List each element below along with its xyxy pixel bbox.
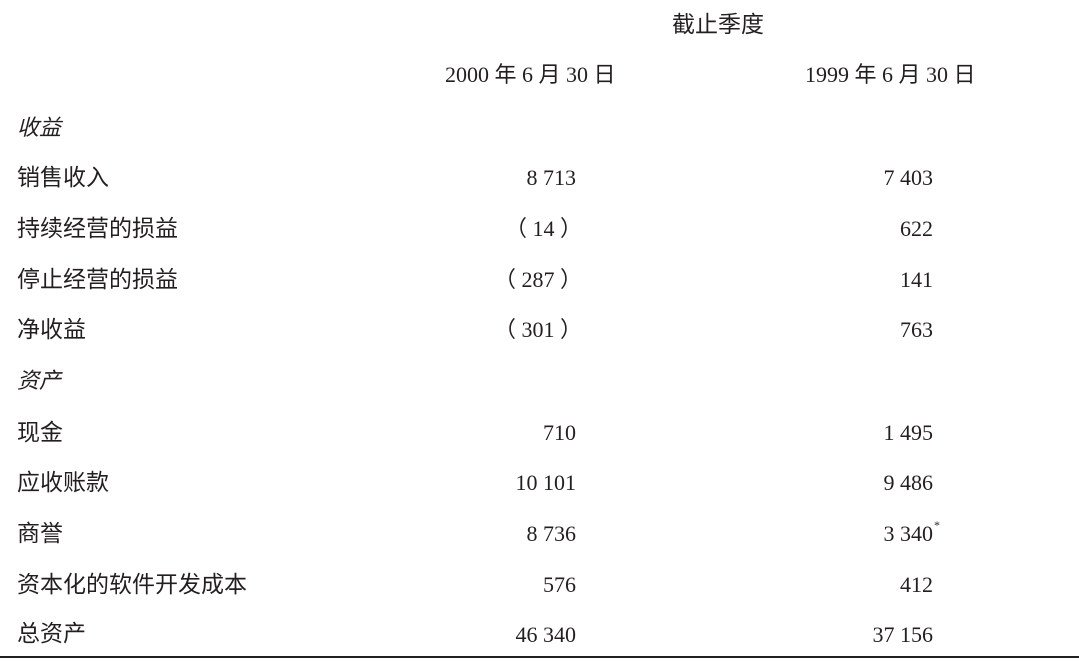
- footnote-marker: *: [934, 518, 940, 532]
- column-header-1999: 1999 年 6 月 30 日: [805, 62, 976, 87]
- value-2000: 10 101: [515, 470, 577, 495]
- row-label: 净收益: [17, 317, 86, 342]
- row-label: 商誉: [17, 521, 63, 546]
- value-2000: 710: [543, 420, 576, 445]
- value-2000: 576: [543, 572, 576, 597]
- value-2000: （ 301 ）: [493, 317, 582, 342]
- value-2000: 8 736: [526, 521, 577, 546]
- row-label: 资本化的软件开发成本: [17, 572, 247, 597]
- row-label: 销售收入: [17, 165, 109, 190]
- value-1999: 37 156: [872, 622, 934, 647]
- section-label-assets: 资产: [17, 368, 62, 393]
- value-2000: 46 340: [515, 622, 577, 647]
- value-1999: 3 340*: [883, 519, 941, 546]
- section-label-revenue: 收益: [17, 115, 62, 140]
- value-1999: 622: [900, 216, 933, 241]
- column-header-2000: 2000 年 6 月 30 日: [445, 62, 616, 87]
- row-label: 现金: [17, 420, 63, 445]
- row-label: 总资产: [17, 621, 86, 646]
- row-label: 应收账款: [17, 470, 109, 495]
- row-label: 停止经营的损益: [17, 267, 178, 292]
- value-1999: 7 403: [883, 165, 934, 190]
- table-bottom-rule: [0, 656, 1079, 658]
- value-2000: 8 713: [526, 165, 577, 190]
- value-1999: 763: [900, 317, 933, 342]
- period-header: 截止季度: [672, 12, 764, 37]
- value-2000: （ 14 ）: [504, 216, 582, 241]
- value-1999: 9 486: [883, 470, 934, 495]
- row-label: 持续经营的损益: [17, 216, 178, 241]
- value-1999: 141: [900, 267, 933, 292]
- value-1999: 412: [900, 572, 933, 597]
- value-2000: （ 287 ）: [493, 267, 582, 292]
- value-1999-number: 3 340: [883, 521, 934, 546]
- value-1999: 1 495: [883, 420, 934, 445]
